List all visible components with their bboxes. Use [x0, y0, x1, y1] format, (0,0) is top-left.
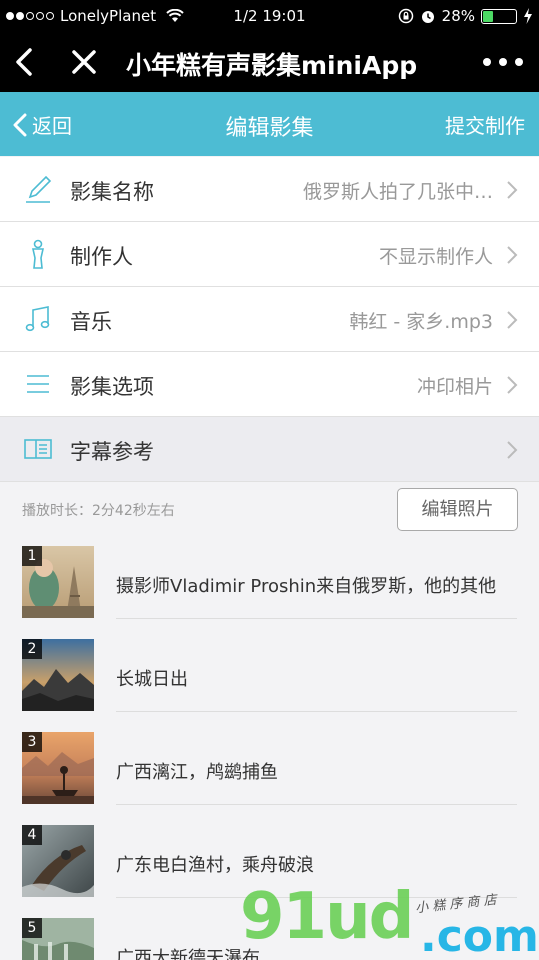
pencil-icon — [26, 175, 52, 203]
chevron-right-icon — [507, 246, 518, 264]
watermark-logo: 91ud — [240, 880, 414, 954]
photo-index: 3 — [22, 732, 42, 752]
photo-index: 4 — [22, 825, 42, 845]
photo-thumbnail: 3 — [22, 732, 94, 804]
chevron-right-icon — [507, 181, 518, 199]
battery-percent: 28% — [441, 7, 475, 25]
setting-label: 音乐 — [70, 310, 112, 334]
photo-item[interactable]: 2 长城日出 — [0, 631, 539, 724]
chevron-right-icon — [507, 441, 518, 459]
photo-caption: 摄影师Vladimir Proshin来自俄罗斯，他的其他 — [116, 576, 497, 597]
photo-thumbnail: 1 — [22, 546, 94, 618]
divider — [116, 711, 517, 712]
photo-index: 5 — [22, 918, 42, 938]
person-icon — [32, 239, 44, 269]
settings-list: 影集名称 俄罗斯人拍了几张中… 制作人 不显示制作人 音乐 韩红 - 家乡.mp… — [0, 157, 539, 482]
photo-item[interactable]: 3 广西漓江，鸬鹚捕鱼 — [0, 724, 539, 817]
status-bar: LonelyPlanet 1/2 19:01 28% — [0, 0, 539, 34]
setting-row-music[interactable]: 音乐 韩红 - 家乡.mp3 — [0, 287, 539, 352]
photo-caption: 广东电白渔村，乘舟破浪 — [116, 855, 314, 876]
more-options-icon[interactable] — [483, 54, 523, 70]
setting-row-album-name[interactable]: 影集名称 俄罗斯人拍了几张中… — [0, 157, 539, 222]
submit-button[interactable]: 提交制作 — [445, 110, 525, 139]
duration-text: 播放时长：2分42秒左右 — [22, 503, 175, 519]
photo-caption: 广西漓江，鸬鹚捕鱼 — [116, 762, 278, 783]
photo-index: 1 — [22, 546, 42, 566]
setting-label: 影集选项 — [70, 375, 154, 399]
app-title: 小年糕有声影集miniApp — [126, 51, 418, 80]
setting-row-subtitle-reference[interactable]: 字幕参考 — [0, 417, 539, 482]
edit-photos-button[interactable]: 编辑照片 — [397, 488, 518, 531]
app-bar: 小年糕有声影集miniApp — [0, 34, 539, 92]
setting-label: 字幕参考 — [70, 440, 154, 464]
setting-value: 冲印相片 — [416, 376, 493, 398]
music-note-icon — [25, 306, 50, 332]
chevron-right-icon — [507, 376, 518, 394]
setting-value: 俄罗斯人拍了几张中… — [302, 181, 493, 203]
status-right: 28% — [398, 7, 533, 25]
photo-index: 2 — [22, 639, 42, 659]
photo-thumbnail: 2 — [22, 639, 94, 711]
alarm-icon — [421, 11, 434, 23]
divider — [116, 618, 517, 619]
list-icon — [27, 375, 49, 393]
nav-bar: 返回 编辑影集 提交制作 — [0, 92, 539, 156]
photo-thumbnail: 5 — [22, 918, 94, 960]
watermark-domain: .com — [420, 911, 539, 960]
setting-row-album-options[interactable]: 影集选项 冲印相片 — [0, 352, 539, 417]
setting-row-producer[interactable]: 制作人 不显示制作人 — [0, 222, 539, 287]
chevron-right-icon — [507, 311, 518, 329]
setting-value: 不显示制作人 — [378, 246, 493, 268]
photo-thumbnail: 4 — [22, 825, 94, 897]
charging-bolt-icon — [524, 8, 532, 24]
setting-label: 制作人 — [70, 245, 133, 269]
back-arrow-icon[interactable] — [8, 44, 44, 80]
photo-caption: 长城日出 — [116, 669, 188, 690]
battery-icon — [481, 8, 517, 24]
rotation-lock-icon — [398, 8, 413, 24]
setting-label: 影集名称 — [70, 180, 154, 204]
photo-item[interactable]: 1 摄影师Vladimir Proshin来自俄罗斯，他的其他 — [0, 538, 539, 631]
book-icon — [24, 439, 52, 459]
setting-value: 韩红 - 家乡.mp3 — [349, 311, 493, 333]
close-icon[interactable] — [66, 44, 102, 80]
divider — [116, 804, 517, 805]
